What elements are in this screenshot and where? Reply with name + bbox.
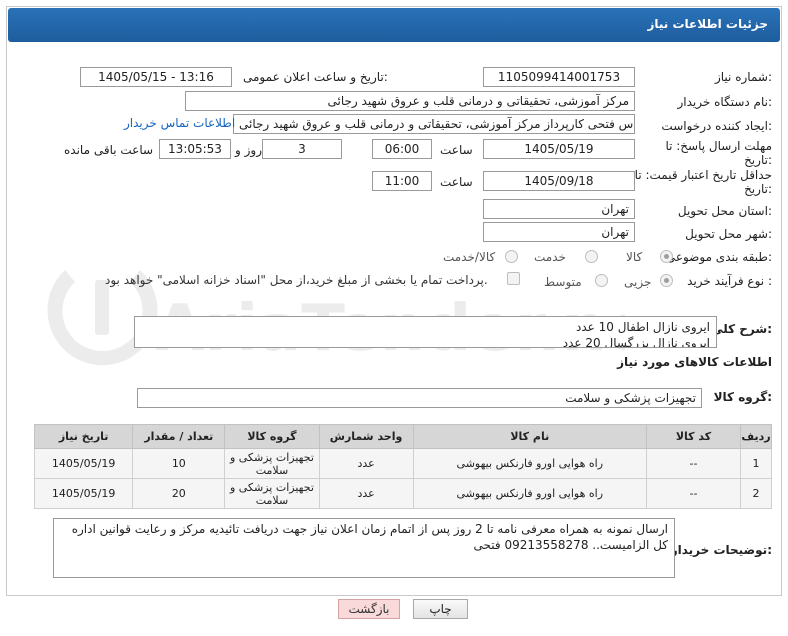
treasury-payment-checkbox[interactable]	[507, 272, 520, 285]
items-section-title: اطلاعات کالاهای مورد نیاز	[617, 355, 772, 369]
days-label: روز و	[235, 143, 262, 157]
items-table: ردیف کد کالا نام کالا واحد شمارش گروه کا…	[33, 424, 772, 509]
col-code-header: کد کالا	[645, 424, 742, 449]
cell-name: راه هوایی اورو فارنکس بیهوشی	[412, 478, 647, 509]
remaining-time-field: 13:05:53	[159, 139, 231, 159]
cell-qty: 10	[132, 448, 226, 479]
cell-qty: 20	[132, 478, 226, 509]
need-number-label: شماره نیاز:	[714, 70, 772, 84]
process-medium-option: متوسط	[544, 275, 582, 289]
price-time-field: 11:00	[372, 171, 432, 191]
page-title: جزئیات اطلاعات نیاز	[647, 17, 768, 31]
need-number-field: 1105099414001753	[483, 67, 635, 87]
col-qty-header: تعداد / مقدار	[132, 424, 226, 449]
treasury-payment-note: پرداخت تمام یا بخشی از مبلغ خرید،از محل …	[105, 273, 488, 287]
reply-deadline-label: مهلت ارسال پاسخ: تا تاریخ:	[665, 139, 772, 167]
cell-unit: عدد	[318, 478, 414, 509]
table-row: 1 -- راه هوایی اورو فارنکس بیهوشی عدد تج…	[33, 448, 772, 479]
goods-group-field: تجهیزات پزشکی و سلامت	[137, 388, 702, 408]
cell-group: تجهیزات پزشکی و سلامت	[224, 478, 320, 509]
days-count-field: 3	[262, 139, 342, 159]
reply-date-field: 1405/05/19	[483, 139, 635, 159]
cell-row: 2	[740, 478, 772, 509]
cell-group: تجهیزات پزشکی و سلامت	[224, 448, 320, 479]
province-field: تهران	[483, 199, 635, 219]
process-minor-radio[interactable]	[660, 274, 673, 287]
cell-date: 1405/05/19	[33, 448, 134, 479]
col-date-header: تاریخ نیاز	[33, 424, 134, 449]
goods-group-label: گروه کالا:	[713, 390, 772, 404]
cell-unit: عدد	[318, 448, 414, 479]
cell-code: --	[645, 478, 742, 509]
description-line-1: ایروی نازال اطفال 10 عدد	[575, 320, 710, 334]
city-label: شهر محل تحویل:	[685, 227, 772, 241]
announce-field: 1405/05/15 - 13:16	[80, 67, 232, 87]
category-service-radio[interactable]	[585, 250, 598, 263]
description-textarea[interactable]: ایروی نازال اطفال 10 عدد ایروی نازال بزر…	[134, 316, 717, 348]
buyer-org-field: مرکز آموزشی، تحقیقاتی و درمانی قلب و عرو…	[185, 91, 635, 111]
buyer-notes-textarea[interactable]: ارسال نمونه به همراه معرفی نامه تا 2 روز…	[53, 518, 675, 578]
category-both-option: کالا/خدمت	[443, 250, 496, 264]
category-service-option: خدمت	[534, 250, 566, 264]
table-row: 2 -- راه هوایی اورو فارنکس بیهوشی عدد تج…	[33, 478, 772, 509]
back-button[interactable]: بازگشت	[338, 599, 400, 619]
announce-label: تاریخ و ساعت اعلان عمومی:	[243, 70, 388, 84]
city-field: تهران	[483, 222, 635, 242]
price-date-field: 1405/09/18	[483, 171, 635, 191]
category-label: طبقه بندی موضوعی:	[665, 250, 772, 264]
process-minor-option: جزیی	[624, 275, 652, 289]
col-group-header: گروه کالا	[224, 424, 320, 449]
process-medium-radio[interactable]	[595, 274, 608, 287]
description-line-2: ایروی نازال بزرگسال 20 عدد	[562, 336, 710, 348]
cell-name: راه هوایی اورو فارنکس بیهوشی	[412, 448, 647, 479]
price-time-label: ساعت	[440, 175, 473, 189]
buyer-org-label: نام دستگاه خریدار:	[677, 95, 773, 109]
table-header-row: ردیف کد کالا نام کالا واحد شمارش گروه کا…	[33, 424, 772, 449]
requester-label: ایجاد کننده درخواست:	[661, 119, 772, 133]
requester-field: عباس فتحی کارپرداز مرکز آموزشی، تحقیقاتی…	[233, 114, 635, 134]
category-both-radio[interactable]	[505, 250, 518, 263]
contact-info-link[interactable]: اطلاعات تماس خریدار	[124, 116, 235, 130]
col-row-header: ردیف	[740, 424, 772, 449]
category-goods-radio[interactable]	[660, 250, 673, 263]
panel-header: جزئیات اطلاعات نیاز	[8, 8, 780, 42]
price-validity-label: حداقل تاریخ اعتبار قیمت: تا تاریخ:	[634, 168, 772, 196]
cell-code: --	[645, 448, 742, 479]
col-unit-header: واحد شمارش	[318, 424, 414, 449]
remaining-label: ساعت باقی مانده	[64, 143, 154, 157]
print-button[interactable]: چاپ	[413, 599, 468, 619]
cell-date: 1405/05/19	[33, 478, 134, 509]
province-label: استان محل تحویل:	[677, 204, 772, 218]
reply-time-label: ساعت	[440, 143, 473, 157]
buyer-notes-label: توضیحات خریدار:	[670, 543, 772, 557]
col-name-header: نام کالا	[412, 424, 647, 449]
process-label: نوع فرآیند خرید :	[687, 274, 772, 288]
reply-time-field: 06:00	[372, 139, 432, 159]
cell-row: 1	[740, 448, 772, 479]
category-goods-option: کالا	[626, 250, 643, 264]
